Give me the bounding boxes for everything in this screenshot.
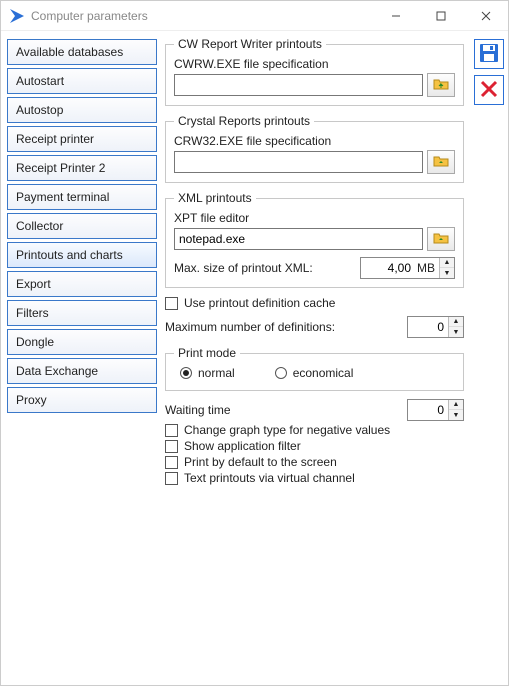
sidebar-item-data-exchange[interactable]: Data Exchange — [7, 358, 157, 384]
window-title: Computer parameters — [31, 9, 373, 23]
browse-folder-icon — [433, 230, 449, 249]
xpt-editor-input[interactable] — [174, 228, 423, 250]
virtual-channel-checkbox[interactable]: Text printouts via virtual channel — [165, 471, 464, 485]
radio-label: normal — [198, 366, 235, 380]
cwrw-spec-label: CWRW.EXE file specification — [174, 57, 455, 71]
sidebar-item-proxy[interactable]: Proxy — [7, 387, 157, 413]
sidebar-item-label: Filters — [16, 306, 49, 320]
checkbox-label: Change graph type for negative values — [184, 423, 390, 437]
sidebar-item-label: Proxy — [16, 393, 47, 407]
group-legend: Print mode — [174, 346, 240, 360]
xml-maxsize-input[interactable] — [361, 259, 415, 277]
sidebar-item-label: Receipt printer — [16, 132, 94, 146]
sidebar-item-label: Printouts and charts — [16, 248, 123, 262]
sidebar-item-payment-terminal[interactable]: Payment terminal — [7, 184, 157, 210]
checkbox-label: Print by default to the screen — [184, 455, 337, 469]
spinner[interactable]: ▲▼ — [448, 400, 463, 420]
group-print-mode: Print mode normal economical — [165, 346, 464, 391]
sidebar-item-label: Payment terminal — [16, 190, 109, 204]
waiting-time-input[interactable] — [408, 401, 448, 419]
checkbox-icon — [165, 297, 178, 310]
crw32-spec-label: CRW32.EXE file specification — [174, 134, 455, 148]
sidebar-item-label: Dongle — [16, 335, 54, 349]
save-icon — [479, 43, 499, 66]
neg-graph-checkbox[interactable]: Change graph type for negative values — [165, 423, 464, 437]
checkbox-label: Text printouts via virtual channel — [184, 471, 355, 485]
spinner[interactable]: ▲▼ — [439, 258, 454, 278]
use-printout-cache-checkbox[interactable]: Use printout definition cache — [165, 296, 464, 310]
xml-maxsize-stepper[interactable]: MB ▲▼ — [360, 257, 455, 279]
close-button[interactable] — [463, 1, 508, 31]
sidebar-item-receipt-printer-2[interactable]: Receipt Printer 2 — [7, 155, 157, 181]
print-mode-economical-radio[interactable]: economical — [275, 366, 354, 380]
save-button[interactable] — [474, 39, 504, 69]
crw32-spec-input[interactable] — [174, 151, 423, 173]
checkbox-icon — [165, 456, 178, 469]
checkbox-icon — [165, 472, 178, 485]
chevron-down-icon[interactable]: ▼ — [449, 327, 463, 337]
sidebar-item-export[interactable]: Export — [7, 271, 157, 297]
sidebar-item-label: Collector — [16, 219, 63, 233]
chevron-down-icon[interactable]: ▼ — [449, 410, 463, 420]
sidebar-item-label: Available databases — [16, 45, 123, 59]
minimize-button[interactable] — [373, 1, 418, 31]
sidebar: Available databases Autostart Autostop R… — [1, 31, 161, 685]
maxdefs-stepper[interactable]: ▲▼ — [407, 316, 464, 338]
print-mode-normal-radio[interactable]: normal — [180, 366, 235, 380]
chevron-up-icon[interactable]: ▲ — [449, 400, 463, 410]
sidebar-item-printouts-and-charts[interactable]: Printouts and charts — [7, 242, 157, 268]
cancel-button[interactable] — [474, 75, 504, 105]
sidebar-item-label: Autostop — [16, 103, 63, 117]
group-legend: Crystal Reports printouts — [174, 114, 314, 128]
group-crystal-reports: Crystal Reports printouts CRW32.EXE file… — [165, 114, 464, 183]
maximize-button[interactable] — [418, 1, 463, 31]
chevron-down-icon[interactable]: ▼ — [440, 268, 454, 278]
sidebar-item-dongle[interactable]: Dongle — [7, 329, 157, 355]
sidebar-item-receipt-printer[interactable]: Receipt printer — [7, 126, 157, 152]
app-filter-checkbox[interactable]: Show application filter — [165, 439, 464, 453]
xml-maxsize-suffix: MB — [415, 261, 439, 275]
group-legend: XML printouts — [174, 191, 256, 205]
checkbox-icon — [165, 440, 178, 453]
crw32-browse-button[interactable] — [427, 150, 455, 174]
checkbox-icon — [165, 424, 178, 437]
print-screen-checkbox[interactable]: Print by default to the screen — [165, 455, 464, 469]
group-cw-report-writer: CW Report Writer printouts CWRW.EXE file… — [165, 37, 464, 106]
waiting-time-stepper[interactable]: ▲▼ — [407, 399, 464, 421]
sidebar-item-label: Autostart — [16, 74, 64, 88]
cwrw-browse-button[interactable] — [427, 73, 455, 97]
sidebar-item-label: Data Exchange — [16, 364, 98, 378]
main-panel: CW Report Writer printouts CWRW.EXE file… — [161, 31, 468, 685]
sidebar-item-available-databases[interactable]: Available databases — [7, 39, 157, 65]
chevron-up-icon[interactable]: ▲ — [449, 317, 463, 327]
sidebar-item-collector[interactable]: Collector — [7, 213, 157, 239]
waiting-time-label: Waiting time — [165, 403, 407, 417]
sidebar-item-label: Receipt Printer 2 — [16, 161, 105, 175]
chevron-up-icon[interactable]: ▲ — [440, 258, 454, 268]
sidebar-item-filters[interactable]: Filters — [7, 300, 157, 326]
checkbox-label: Show application filter — [184, 439, 301, 453]
maxdefs-label: Maximum number of definitions: — [165, 320, 407, 334]
radio-icon — [275, 367, 287, 379]
spinner[interactable]: ▲▼ — [448, 317, 463, 337]
group-legend: CW Report Writer printouts — [174, 37, 326, 51]
xpt-editor-label: XPT file editor — [174, 211, 455, 225]
sidebar-item-label: Export — [16, 277, 51, 291]
right-toolbar — [468, 31, 508, 685]
cwrw-spec-input[interactable] — [174, 74, 423, 96]
close-icon — [480, 80, 498, 101]
maxdefs-input[interactable] — [408, 318, 448, 336]
checkbox-label: Use printout definition cache — [184, 296, 335, 310]
app-icon — [9, 8, 25, 24]
sidebar-item-autostop[interactable]: Autostop — [7, 97, 157, 123]
sidebar-item-autostart[interactable]: Autostart — [7, 68, 157, 94]
radio-label: economical — [293, 366, 354, 380]
titlebar: Computer parameters — [1, 1, 508, 31]
radio-icon — [180, 367, 192, 379]
xpt-browse-button[interactable] — [427, 227, 455, 251]
xml-maxsize-label: Max. size of printout XML: — [174, 261, 360, 275]
group-xml-printouts: XML printouts XPT file editor Max. size … — [165, 191, 464, 288]
browse-folder-icon — [433, 153, 449, 172]
browse-folder-icon — [433, 76, 449, 95]
